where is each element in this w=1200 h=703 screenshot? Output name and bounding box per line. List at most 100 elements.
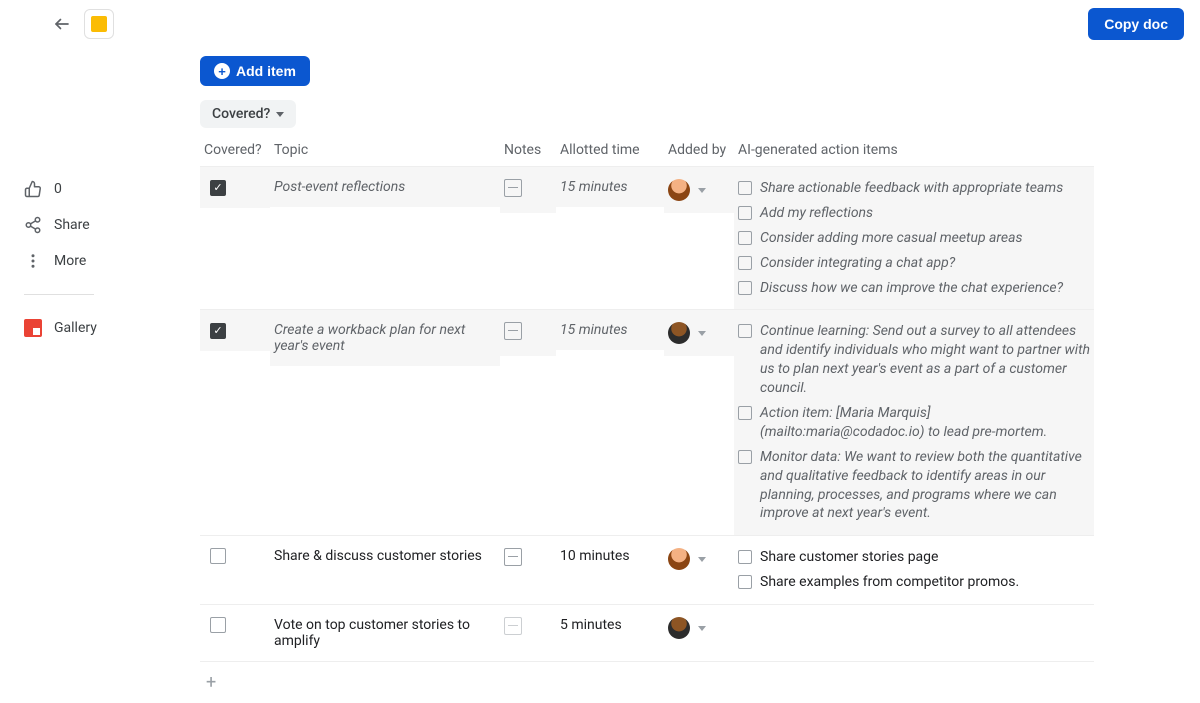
action-checkbox[interactable] bbox=[738, 281, 752, 295]
cell-topic[interactable]: Create a workback plan for next year's e… bbox=[270, 309, 500, 366]
cell-added-by bbox=[664, 604, 734, 651]
action-checkbox[interactable] bbox=[738, 550, 752, 564]
plus-circle-icon: + bbox=[214, 63, 230, 79]
sidebar-divider bbox=[24, 294, 94, 295]
chevron-down-icon[interactable] bbox=[698, 557, 706, 562]
action-text[interactable]: Consider adding more casual meetup areas bbox=[760, 229, 1023, 248]
cell-allotted-time[interactable]: 5 minutes bbox=[556, 604, 664, 645]
group-by-label: Covered? bbox=[212, 106, 270, 122]
action-checkbox[interactable] bbox=[738, 181, 752, 195]
action-text[interactable]: Action item: [Maria Marquis] (mailto:mar… bbox=[760, 404, 1090, 442]
action-text[interactable]: Monitor data: We want to review both the… bbox=[760, 448, 1090, 524]
add-item-button[interactable]: + Add item bbox=[200, 56, 310, 86]
col-covered[interactable]: Covered? bbox=[200, 136, 270, 166]
action-text[interactable]: Share actionable feedback with appropria… bbox=[760, 179, 1063, 198]
chevron-down-icon bbox=[276, 112, 284, 117]
cell-allotted-time[interactable]: 15 minutes bbox=[556, 309, 664, 350]
gallery-icon bbox=[24, 319, 42, 337]
avatar[interactable] bbox=[668, 179, 690, 201]
cell-ai-actions: Continue learning: Send out a survey to … bbox=[734, 309, 1094, 535]
action-checkbox[interactable] bbox=[738, 324, 752, 338]
avatar[interactable] bbox=[668, 322, 690, 344]
chevron-down-icon[interactable] bbox=[698, 331, 706, 336]
col-added-by[interactable]: Added by bbox=[664, 136, 734, 166]
add-row-button[interactable]: + bbox=[200, 661, 1094, 703]
action-checkbox[interactable] bbox=[738, 575, 752, 589]
more-vertical-icon bbox=[24, 252, 42, 270]
chevron-down-icon[interactable] bbox=[698, 188, 706, 193]
sidebar: 0 Share More Gallery bbox=[0, 180, 120, 337]
doc-icon[interactable] bbox=[84, 9, 114, 39]
more-label: More bbox=[54, 253, 86, 269]
sidebar-more[interactable]: More bbox=[24, 252, 120, 270]
covered-checkbox[interactable] bbox=[210, 548, 226, 564]
add-item-label: Add item bbox=[236, 63, 296, 79]
cell-added-by bbox=[664, 166, 734, 213]
cell-topic[interactable]: Post-event reflections bbox=[270, 166, 500, 207]
cell-allotted-time[interactable]: 10 minutes bbox=[556, 535, 664, 576]
sidebar-likes[interactable]: 0 bbox=[24, 180, 120, 198]
action-item: Discuss how we can improve the chat expe… bbox=[738, 279, 1090, 298]
thumbs-up-icon bbox=[24, 180, 42, 198]
action-item: Share examples from competitor promos. bbox=[738, 573, 1090, 592]
action-text[interactable]: Share examples from competitor promos. bbox=[760, 573, 1019, 592]
action-checkbox[interactable] bbox=[738, 206, 752, 220]
cell-ai-actions: Share customer stories page Share example… bbox=[734, 535, 1094, 604]
group-by-chip[interactable]: Covered? bbox=[200, 100, 296, 128]
action-item: Action item: [Maria Marquis] (mailto:mar… bbox=[738, 404, 1090, 442]
likes-count: 0 bbox=[54, 181, 62, 197]
cell-notes bbox=[500, 535, 556, 582]
share-label: Share bbox=[54, 217, 90, 233]
sidebar-gallery[interactable]: Gallery bbox=[24, 319, 120, 337]
action-checkbox[interactable] bbox=[738, 406, 752, 420]
gallery-label: Gallery bbox=[54, 320, 97, 336]
action-checkbox[interactable] bbox=[738, 450, 752, 464]
cell-added-by bbox=[664, 309, 734, 356]
copy-doc-button[interactable]: Copy doc bbox=[1088, 8, 1184, 40]
cell-topic[interactable]: Share & discuss customer stories bbox=[270, 535, 500, 576]
cell-allotted-time[interactable]: 15 minutes bbox=[556, 166, 664, 207]
cell-added-by bbox=[664, 535, 734, 582]
cell-covered bbox=[200, 166, 270, 208]
cell-topic[interactable]: Vote on top customer stories to amplify bbox=[270, 604, 500, 661]
sidebar-share[interactable]: Share bbox=[24, 216, 120, 234]
action-item: Monitor data: We want to review both the… bbox=[738, 448, 1090, 524]
back-arrow-icon[interactable] bbox=[52, 14, 72, 34]
notes-icon[interactable] bbox=[504, 179, 522, 197]
action-text[interactable]: Add my reflections bbox=[760, 204, 873, 223]
main-content: + Add item Covered? Covered? Topic Notes… bbox=[200, 48, 1160, 703]
avatar[interactable] bbox=[668, 617, 690, 639]
action-text[interactable]: Discuss how we can improve the chat expe… bbox=[760, 279, 1063, 298]
covered-checkbox[interactable] bbox=[210, 323, 226, 339]
action-item: Share customer stories page bbox=[738, 548, 1090, 567]
chevron-down-icon[interactable] bbox=[698, 626, 706, 631]
agenda-table: Covered? Topic Notes Allotted time Added… bbox=[200, 136, 1160, 703]
avatar[interactable] bbox=[668, 548, 690, 570]
cell-covered bbox=[200, 309, 270, 351]
col-ai-actions[interactable]: AI-generated action items bbox=[734, 136, 1094, 166]
action-text[interactable]: Consider integrating a chat app? bbox=[760, 254, 955, 273]
notes-icon[interactable] bbox=[504, 548, 522, 566]
share-icon bbox=[24, 216, 42, 234]
cell-ai-actions: Share actionable feedback with appropria… bbox=[734, 166, 1094, 309]
action-item: Share actionable feedback with appropria… bbox=[738, 179, 1090, 198]
notes-icon[interactable] bbox=[504, 322, 522, 340]
top-bar: Copy doc bbox=[0, 0, 1200, 48]
action-checkbox[interactable] bbox=[738, 231, 752, 245]
action-text[interactable]: Continue learning: Send out a survey to … bbox=[760, 322, 1090, 398]
covered-checkbox[interactable] bbox=[210, 617, 226, 633]
cell-covered bbox=[200, 604, 270, 649]
col-notes[interactable]: Notes bbox=[500, 136, 556, 166]
covered-checkbox[interactable] bbox=[210, 180, 226, 196]
col-allotted[interactable]: Allotted time bbox=[556, 136, 664, 166]
action-text[interactable]: Share customer stories page bbox=[760, 548, 938, 567]
action-item: Consider adding more casual meetup areas bbox=[738, 229, 1090, 248]
cell-notes bbox=[500, 309, 556, 356]
notes-icon[interactable] bbox=[504, 617, 522, 635]
cell-notes bbox=[500, 604, 556, 651]
action-item: Consider integrating a chat app? bbox=[738, 254, 1090, 273]
cell-covered bbox=[200, 535, 270, 580]
action-checkbox[interactable] bbox=[738, 256, 752, 270]
col-topic[interactable]: Topic bbox=[270, 136, 500, 166]
action-item: Add my reflections bbox=[738, 204, 1090, 223]
